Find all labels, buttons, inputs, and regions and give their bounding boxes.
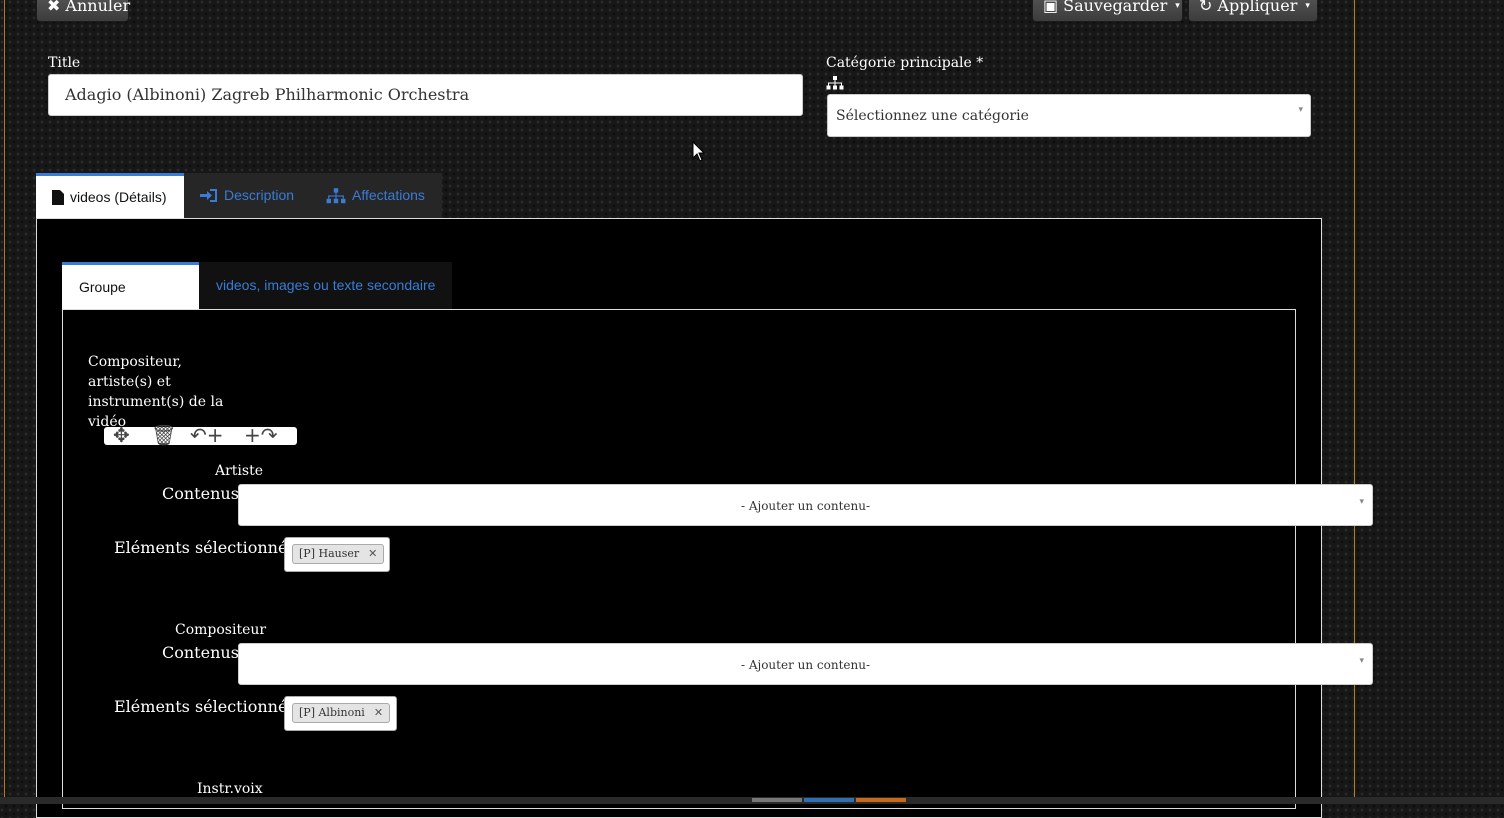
selected-items-box[interactable]: [P] Albinoni ✕	[284, 696, 397, 731]
cancel-button[interactable]: ✖ Annuler	[36, 0, 131, 22]
tab-affectations[interactable]: Affectations	[310, 173, 441, 218]
tab-label: videos (Détails)	[70, 189, 167, 205]
category-label: Catégorie principale *	[826, 55, 984, 71]
chip-label: [P] Hauser	[299, 547, 360, 560]
tab-description[interactable]: Description	[184, 173, 310, 218]
tab-label: Affectations	[352, 187, 425, 203]
selected-item-chip: [P] Albinoni ✕	[292, 703, 391, 723]
contenus-label: Contenus	[162, 484, 239, 503]
save-button[interactable]: ▣ Sauvegarder ▾	[1032, 0, 1183, 22]
status-segment-orange	[856, 798, 906, 802]
save-icon: ▣	[1043, 0, 1059, 15]
select-placeholder: - Ajouter un contenu-	[740, 499, 871, 513]
dropdown-caret-icon: ▾	[1175, 1, 1180, 11]
close-icon: ✖	[47, 0, 61, 15]
group-title: Compositeur, artiste(s) et instrument(s)…	[88, 354, 224, 430]
sitemap-icon	[826, 76, 844, 90]
title-label: Title	[48, 55, 81, 71]
mouse-cursor-icon	[692, 141, 706, 162]
tab-videos-details[interactable]: videos (Détails)	[36, 173, 184, 218]
field-name-instr-voix: Instr.voix	[197, 781, 263, 797]
frame-left-line	[4, 0, 5, 804]
select-placeholder: - Ajouter un contenu-	[740, 658, 871, 672]
selected-items-box[interactable]: [P] Hauser ✕	[284, 537, 390, 572]
selected-item-chip: [P] Hauser ✕	[292, 544, 385, 564]
artiste-content-select[interactable]: - Ajouter un contenu- ▾	[238, 484, 1373, 526]
category-select[interactable]: Sélectionnez une catégorie ▾	[827, 94, 1311, 137]
move-icon[interactable]: ✥	[113, 423, 130, 447]
field-name-compositeur: Compositeur	[175, 622, 267, 638]
subtab-secondary-content[interactable]: videos, images ou texte secondaire	[199, 262, 452, 309]
subtab-groupe-relations[interactable]: Groupe relations	[62, 262, 199, 339]
field-name-artiste: Artiste	[215, 463, 264, 479]
compositeur-content-select[interactable]: - Ajouter un contenu- ▾	[238, 643, 1373, 685]
selected-items-label: Eléments sélectionnés	[114, 697, 296, 716]
selected-items-label: Eléments sélectionnés	[114, 538, 296, 557]
remove-icon[interactable]: ✕	[368, 547, 377, 560]
chip-label: [P] Albinoni	[299, 706, 365, 719]
remove-icon[interactable]: ✕	[374, 706, 383, 719]
apply-button[interactable]: ↻ Appliquer ▾	[1188, 0, 1318, 22]
bottom-status-bar	[0, 797, 1504, 804]
sitemap-icon	[326, 187, 346, 203]
dropdown-caret-icon: ▾	[1305, 1, 1310, 11]
sign-in-icon	[200, 189, 217, 202]
title-input[interactable]: Adagio (Albinoni) Zagreb Philharmonic Or…	[48, 74, 803, 116]
chevron-down-icon: ▾	[1298, 105, 1303, 115]
trash-icon[interactable]: 🗑	[151, 423, 176, 447]
contenus-label: Contenus	[162, 643, 239, 662]
tab-label: Description	[224, 187, 295, 203]
apply-button-label: Appliquer	[1217, 0, 1298, 15]
cancel-button-label: Annuler	[65, 0, 131, 15]
chevron-down-icon: ▾	[1359, 497, 1364, 507]
save-button-label: Sauvegarder	[1063, 0, 1168, 15]
group-toolbar: ✥ 🗑 ↶+ +↷	[104, 423, 297, 447]
status-segment-gray	[752, 798, 802, 802]
chevron-down-icon: ▾	[1359, 656, 1364, 666]
refresh-icon: ↻	[1199, 0, 1213, 15]
insert-before-icon[interactable]: ↶+	[190, 423, 224, 447]
file-icon	[52, 189, 64, 205]
insert-after-icon[interactable]: +↷	[244, 423, 278, 447]
status-segment-blue	[804, 798, 854, 802]
category-select-value: Sélectionnez une catégorie	[836, 108, 1029, 124]
